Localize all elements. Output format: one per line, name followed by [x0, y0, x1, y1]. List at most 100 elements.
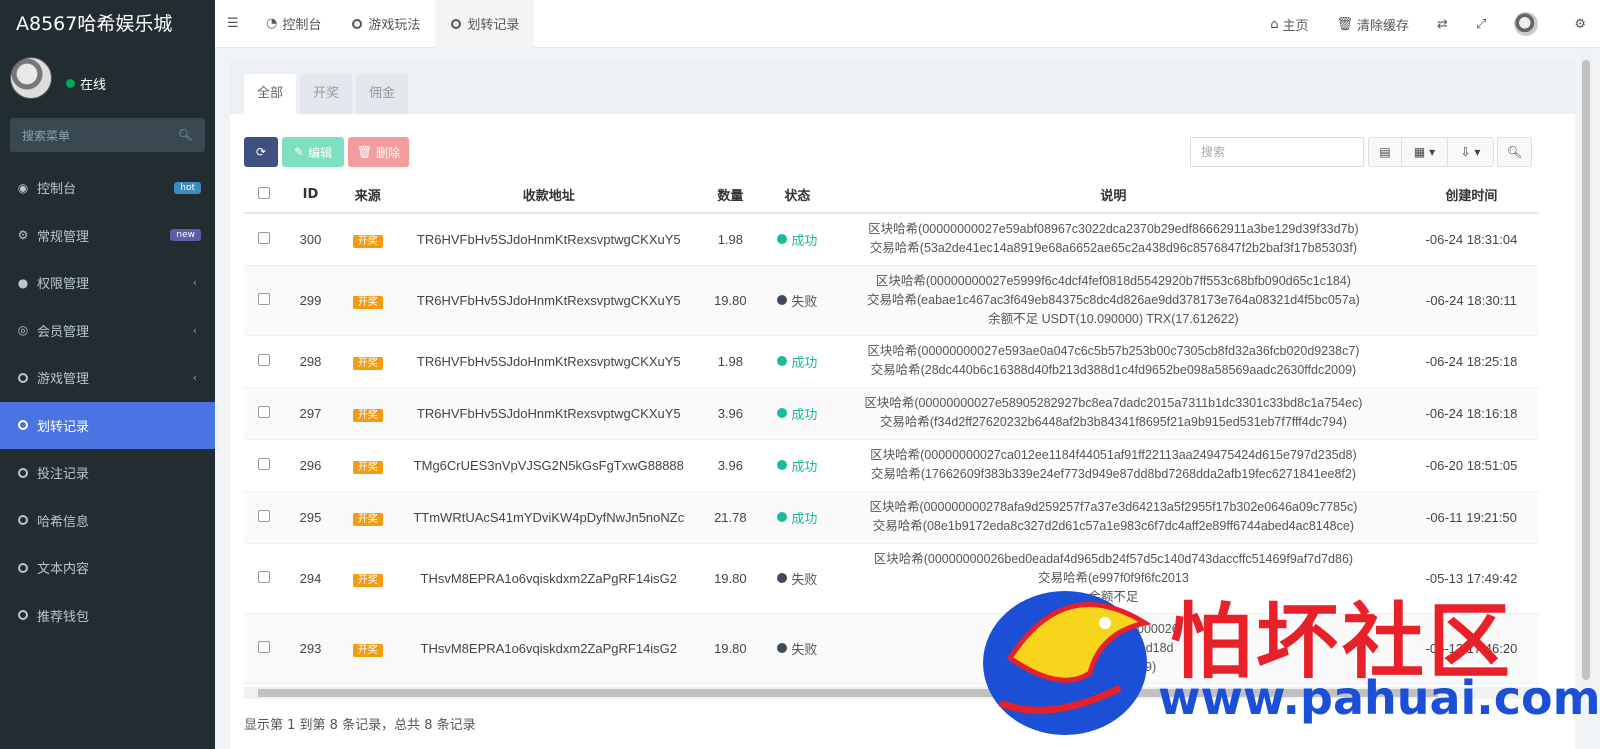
export-icon: ⇩ [1460, 145, 1471, 159]
watermark: 怕坏社区 www.pahuai.com [970, 563, 1600, 749]
table-row[interactable]: 298 开奖 TR6HVFbHv5SJdoHnmKtRexsvptwgCKXuY5 1… [244, 335, 1539, 388]
sidebar-item-text-content[interactable]: 文本内容 [0, 544, 215, 592]
cell-amount: 1.98 [698, 335, 763, 388]
search-icon[interactable]: 🔍︎ [178, 128, 193, 142]
edit-button[interactable]: ✎ 编辑 [282, 137, 344, 167]
cell-amount: 19.80 [698, 265, 763, 336]
caret-down-icon: ▾ [1429, 145, 1436, 159]
circle-icon [18, 610, 28, 621]
tab-commission[interactable]: 佣金 [356, 74, 409, 114]
tab-all[interactable]: 全部 [244, 74, 297, 114]
sidebar-item-dashboard[interactable]: ◉ 控制台 hot [0, 164, 215, 212]
col-status[interactable]: 状态 [762, 177, 833, 214]
sidebar-item-bets[interactable]: 投注记录 [0, 449, 215, 497]
home-link[interactable]: ⌂ 主页 [1256, 0, 1322, 48]
col-amount[interactable]: 数量 [698, 177, 763, 214]
online-dot-icon [66, 78, 75, 88]
refresh-button[interactable]: ⟳ [244, 137, 278, 167]
status-dot-icon [777, 295, 788, 305]
row-checkbox[interactable] [258, 231, 271, 244]
select-all-checkbox[interactable] [244, 177, 285, 214]
sidebar-item-general[interactable]: ⚙ 常规管理 new [0, 212, 215, 260]
advanced-search-button[interactable]: 🔍︎ [1497, 137, 1532, 167]
cell-description: 区块哈希(00000000027e58905282927bc8ea7dadc20… [832, 387, 1395, 440]
table-row[interactable]: 295 开奖 TTmWRtUAcS41mYDviKW4pDyfNwJn5noNZc 2… [244, 491, 1539, 544]
cell-amount: 3.96 [698, 439, 763, 492]
col-id[interactable]: ID [284, 177, 337, 214]
menu-toggle-icon[interactable]: ☰ [215, 0, 251, 48]
table-row[interactable]: 299 开奖 TR6HVFbHv5SJdoHnmKtRexsvptwgCKXuY5 1… [244, 265, 1539, 336]
export-dropdown[interactable]: ⇩ ▾ [1448, 137, 1494, 167]
description-line: 区块哈希(00000000027e59abf08967c3022dca2370b… [868, 222, 1359, 237]
description-line: 区块哈希(00000000027e5999f6c4dcf4fef0818d554… [875, 273, 1351, 288]
new-badge: new [170, 229, 201, 242]
status-dot-icon [777, 573, 788, 583]
table-search-input[interactable]: 搜索 [1190, 137, 1364, 167]
table-row[interactable]: 296 开奖 TMg6CrUES3nVpVJSG2N5kGsFgTxwG88888 3… [244, 439, 1539, 492]
chevron-left-icon: ‹ [192, 371, 197, 385]
row-checkbox[interactable] [258, 640, 271, 653]
top-navbar: ☰ ◔ 控制台 游戏玩法 划转记录 ⌂ 主页 🗑︎ 清除缓存 ⇄ ⤢ ⚙ [215, 0, 1600, 48]
clear-cache-link[interactable]: 🗑︎ 清除缓存 [1323, 0, 1424, 48]
sidebar-item-members[interactable]: ◎ 会员管理 ‹ [0, 307, 215, 355]
sidebar-item-games[interactable]: 游戏管理 ‹ [0, 354, 215, 402]
cell-id: 295 [284, 491, 337, 544]
row-checkbox[interactable] [258, 292, 271, 305]
cell-amount: 19.80 [698, 543, 763, 614]
cell-amount: 19.80 [698, 613, 763, 684]
table-toolbar: ⟳ ✎ 编辑 🗑︎ 删除 搜索 ▤ ▦ ▾ ⇩ ▾ 🔍︎ [244, 137, 1560, 167]
col-source[interactable]: 来源 [336, 177, 400, 214]
grid-icon: ▦ [1413, 145, 1426, 159]
row-checkbox[interactable] [258, 570, 271, 583]
avatar[interactable] [10, 57, 52, 99]
cell-amount: 21.78 [698, 491, 763, 544]
fullscreen-icon[interactable]: ⤢ [1462, 0, 1500, 48]
row-checkbox[interactable] [258, 405, 271, 418]
status-badge: 成功 [777, 404, 817, 423]
status-badge: 失败 [777, 291, 817, 310]
caret-down-icon: ▾ [1474, 145, 1481, 159]
cell-address: TMg6CrUES3nVpVJSG2N5kGsFgTxwG88888 [399, 439, 699, 492]
columns-dropdown[interactable]: ▦ ▾ [1402, 137, 1448, 167]
cell-description: 区块哈希(00000000027e59abf08967c3022dca2370b… [832, 213, 1395, 266]
cell-address: TR6HVFbHv5SJdoHnmKtRexsvptwgCKXuY5 [399, 387, 699, 440]
status-badge: 成功 [777, 456, 817, 475]
translate-icon[interactable]: ⇄ [1423, 0, 1462, 48]
vertical-scrollbar[interactable] [1580, 55, 1592, 695]
col-address[interactable]: 收款地址 [399, 177, 699, 214]
row-checkbox[interactable] [258, 509, 271, 522]
table-row[interactable]: 297 开奖 TR6HVFbHv5SJdoHnmKtRexsvptwgCKXuY5 3… [244, 387, 1539, 440]
col-description[interactable]: 说明 [832, 177, 1395, 214]
description-line: 余额不足 USDT(10.090000) TRX(17.612622) [988, 311, 1239, 326]
sidebar-item-wallets[interactable]: 推荐钱包 [0, 592, 215, 640]
table-tools: ▤ ▦ ▾ ⇩ ▾ [1368, 137, 1494, 167]
chevron-left-icon: ‹ [192, 276, 197, 290]
circle-icon [18, 420, 28, 431]
row-checkbox[interactable] [258, 353, 271, 366]
settings-icon[interactable]: ⚙ [1564, 0, 1600, 48]
cell-description: 区块哈希(00000000027e593ae0a047c6c5b57b253b0… [832, 335, 1395, 388]
col-created-time[interactable]: 创建时间 [1394, 177, 1539, 214]
status-badge: 成功 [777, 508, 817, 527]
search-icon: 🔍︎ [1506, 145, 1523, 159]
sidebar-item-transfers[interactable]: 划转记录 [0, 401, 215, 449]
toggle-view-icon[interactable]: ▤ [1368, 137, 1402, 167]
cell-address: TR6HVFbHv5SJdoHnmKtRexsvptwgCKXuY5 [399, 213, 699, 266]
tab-dashboard[interactable]: ◔ 控制台 [251, 0, 336, 48]
fish-logo-icon [983, 591, 1152, 735]
tab-game-rules[interactable]: 游戏玩法 [336, 0, 435, 48]
cell-address: THsvM8EPRA1o6vqiskdxm2ZaPgRF14isG2 [399, 613, 699, 684]
cell-created-time: -06-24 18:16:18 [1394, 387, 1539, 440]
delete-button[interactable]: 🗑︎ 删除 [348, 137, 409, 167]
table-row[interactable]: 300 开奖 TR6HVFbHv5SJdoHnmKtRexsvptwgCKXuY5 1… [244, 213, 1539, 266]
tab-draw[interactable]: 开奖 [300, 74, 353, 114]
sidebar-item-permissions[interactable]: ● 权限管理 ‹ [0, 259, 215, 307]
sidebar-item-hash-info[interactable]: 哈希信息 [0, 497, 215, 545]
row-checkbox[interactable] [258, 457, 271, 470]
tab-transfers[interactable]: 划转记录 [435, 0, 535, 48]
cell-amount: 1.98 [698, 213, 763, 266]
app-title: A8567哈希娱乐城 [0, 0, 215, 48]
sidebar-search-input[interactable]: 搜索菜单 🔍︎ [10, 118, 205, 152]
user-panel: 在线 [0, 48, 215, 108]
navbar-avatar[interactable] [1514, 12, 1539, 36]
